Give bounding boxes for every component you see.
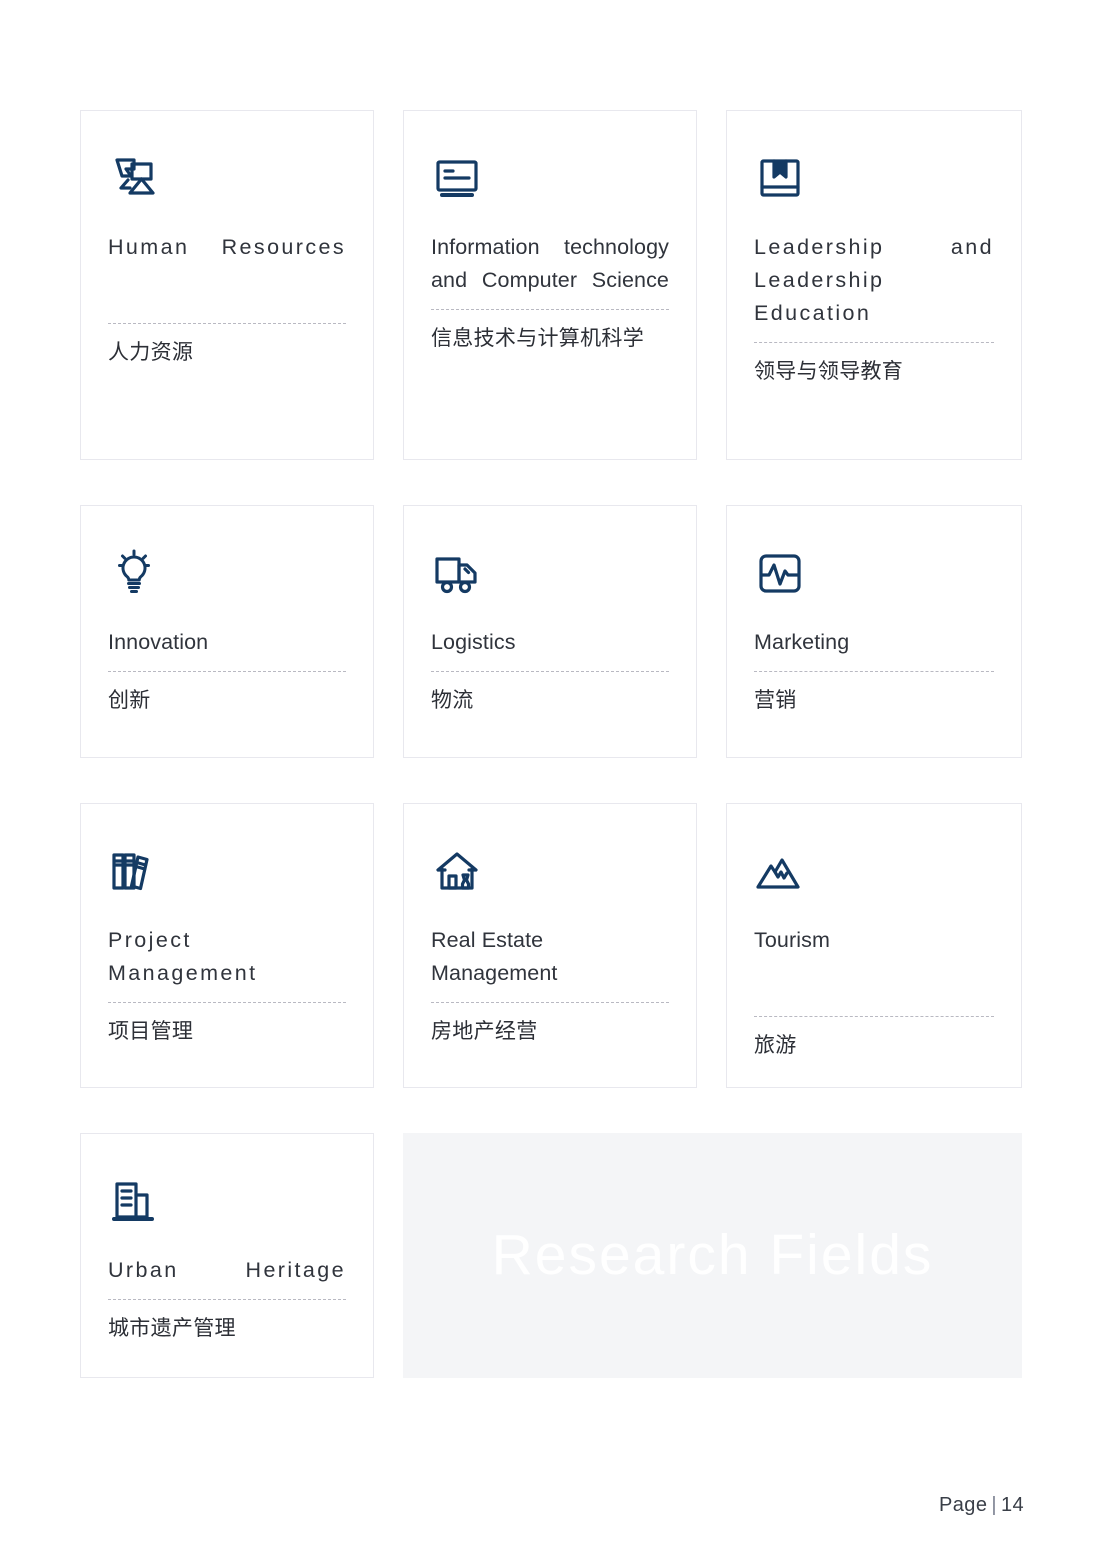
mountains-icon <box>754 846 994 898</box>
footer-separator: | <box>991 1494 997 1516</box>
research-field-card[interactable]: Innovation 创新 <box>80 505 374 758</box>
card-divider <box>108 671 346 672</box>
research-field-card[interactable]: Information technology and Computer Scie… <box>403 110 697 460</box>
research-fields-page: Human Resources 人力资源 Information technol… <box>0 0 1102 1559</box>
card-divider <box>108 1299 346 1300</box>
card-title-en: Information technology and Computer Scie… <box>431 235 669 292</box>
card-title-zh: 房地产经营 <box>431 1020 538 1043</box>
card-divider <box>431 309 669 310</box>
card-title-zh: 物流 <box>431 689 474 712</box>
books-shelf-icon <box>108 846 346 898</box>
research-field-card[interactable]: Urban Heritage 城市遗产管理 <box>80 1133 374 1378</box>
research-fields-watermark-panel: Research Fields <box>403 1133 1022 1378</box>
card-title-en: Real Estate Management <box>431 928 558 985</box>
card-title-zh: 项目管理 <box>108 1020 194 1043</box>
card-title-en: Leadership and Leadership Education <box>754 235 994 325</box>
card-divider <box>431 1002 669 1003</box>
research-field-card[interactable]: Leadership and Leadership Education 领导与领… <box>726 110 1022 460</box>
research-fields-grid: Human Resources 人力资源 Information technol… <box>80 110 1024 1378</box>
research-field-card[interactable]: Logistics 物流 <box>403 505 697 758</box>
building-icon <box>108 1176 346 1228</box>
footer-page-number: 14 <box>1000 1494 1024 1516</box>
card-divider <box>754 671 994 672</box>
monitor-text-icon <box>431 153 669 205</box>
card-title-zh: 人力资源 <box>108 341 194 364</box>
card-divider <box>108 1002 346 1003</box>
card-title-zh: 领导与领导教育 <box>754 360 904 383</box>
card-title-zh: 创新 <box>108 689 151 712</box>
card-title-en: Project Management <box>108 928 258 985</box>
card-title-zh: 信息技术与计算机科学 <box>431 327 644 350</box>
watermark-label: Research Fields <box>491 1223 934 1287</box>
research-field-card[interactable]: Project Management 项目管理 <box>80 803 374 1088</box>
card-title-en: Marketing <box>754 630 850 654</box>
footer-page-label: Page <box>939 1494 988 1516</box>
lightbulb-icon <box>108 548 346 600</box>
card-title-en: Tourism <box>754 928 830 952</box>
research-field-card[interactable]: Human Resources 人力资源 <box>80 110 374 460</box>
research-field-card[interactable]: Real Estate Management 房地产经营 <box>403 803 697 1088</box>
card-title-en: Logistics <box>431 630 516 654</box>
group-people-icon <box>108 153 346 205</box>
pulse-chart-icon <box>754 548 994 600</box>
card-divider <box>754 1016 994 1017</box>
delivery-truck-icon <box>431 548 669 600</box>
card-divider <box>431 671 669 672</box>
card-title-en: Innovation <box>108 630 209 654</box>
card-title-zh: 营销 <box>754 689 797 712</box>
card-title-en: Human Resources <box>108 235 346 259</box>
card-title-en: Urban Heritage <box>108 1258 346 1282</box>
card-title-zh: 城市遗产管理 <box>108 1317 236 1340</box>
card-divider <box>108 323 346 324</box>
research-field-card[interactable]: Marketing 营销 <box>726 505 1022 758</box>
research-field-card[interactable]: Tourism 旅游 <box>726 803 1022 1088</box>
card-title-zh: 旅游 <box>754 1034 797 1057</box>
book-bookmark-icon <box>754 153 994 205</box>
house-icon <box>431 846 669 898</box>
card-divider <box>754 342 994 343</box>
page-footer: Page | 14 <box>939 1494 1024 1517</box>
